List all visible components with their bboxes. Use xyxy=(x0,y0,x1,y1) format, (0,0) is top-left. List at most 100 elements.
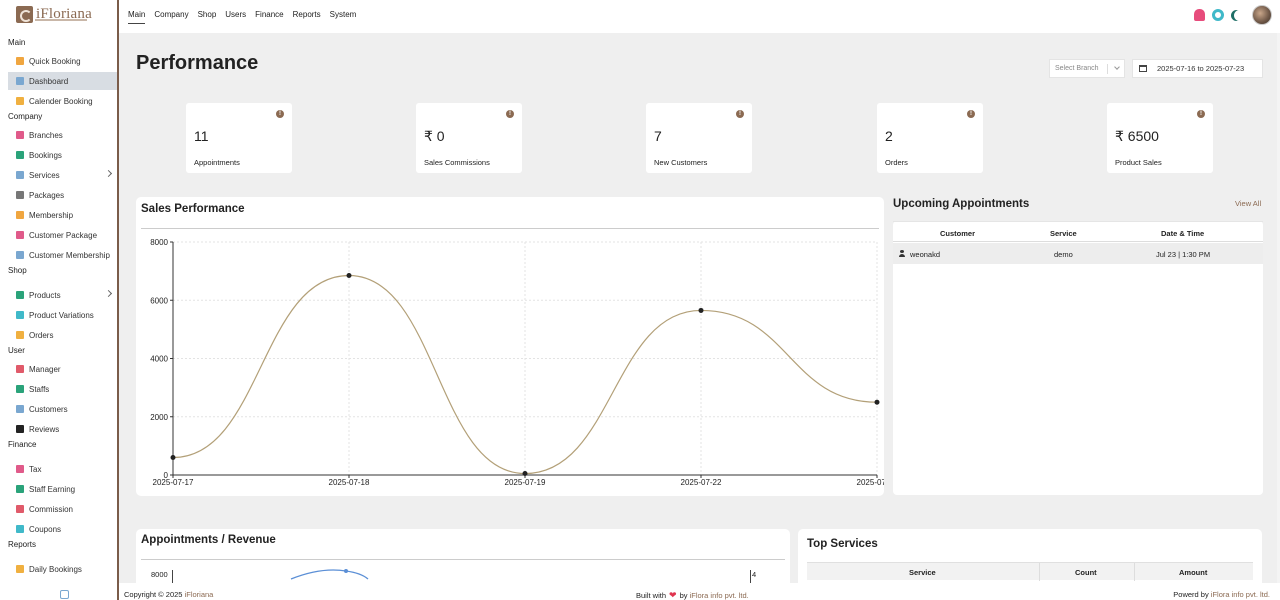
copyright-brand-link[interactable]: iFloriana xyxy=(185,590,214,599)
chevron-right-icon xyxy=(104,169,113,178)
sidebar-item-services[interactable]: Services xyxy=(16,166,117,184)
sidebar-item-customer-package[interactable]: Customer Package xyxy=(16,226,117,244)
sidebar-item-packages[interactable]: Packages xyxy=(16,186,117,204)
table-row[interactable]: weonakd demo Jul 23 | 1:30 PM xyxy=(893,243,1263,264)
sidebar-item-reviews[interactable]: Reviews xyxy=(16,420,117,438)
sidebar-item-label: Tax xyxy=(29,464,42,474)
stat-value: 7 xyxy=(654,128,662,144)
top-actions xyxy=(1194,5,1272,25)
data-point xyxy=(346,272,352,278)
file-icon xyxy=(16,311,24,319)
column-separator xyxy=(1039,563,1040,581)
sidebar-item-label: Coupons xyxy=(29,524,62,534)
chevron-down-icon xyxy=(1114,64,1120,70)
x-tick-label: 2025-07-17 xyxy=(153,478,194,487)
top-nav-shop[interactable]: Shop xyxy=(198,10,217,24)
sidebar-item-label: Reviews xyxy=(29,424,60,434)
y-tick-label: 8000 xyxy=(150,238,168,247)
y-tick-label: 4000 xyxy=(150,355,168,364)
column-header-amount[interactable]: Amount xyxy=(1179,568,1207,577)
column-header-service[interactable]: Service xyxy=(1050,229,1077,238)
sidebar-item-branches[interactable]: Branches xyxy=(16,126,117,144)
powered-brand-link[interactable]: iFlora info pvt. ltd. xyxy=(1211,590,1270,599)
sidebar-item-label: Quick Booking xyxy=(29,56,81,66)
sidebar-item-quick-booking[interactable]: Quick Booking xyxy=(16,52,117,70)
top-nav-system[interactable]: System xyxy=(330,10,357,24)
sidebar-item-label: Customers xyxy=(29,404,68,414)
info-icon[interactable]: ! xyxy=(276,110,284,118)
sidebar-item-coupons[interactable]: Coupons xyxy=(16,520,117,538)
view-all-link[interactable]: View All xyxy=(1235,199,1261,208)
sidebar-item-label: Manager xyxy=(29,364,61,374)
sidebar-item-commission[interactable]: Commission xyxy=(16,500,117,518)
y-tick-label: 2000 xyxy=(150,413,168,422)
sidebar-item-customer-membership[interactable]: Customer Membership xyxy=(16,246,117,264)
dark-mode-moon-icon[interactable] xyxy=(1234,10,1245,21)
sidebar-item-product-variations[interactable]: Product Variations xyxy=(16,306,117,324)
sidebar-item-customers[interactable]: Customers xyxy=(16,400,117,418)
collapse-sidebar-icon[interactable] xyxy=(60,590,69,599)
sidebar-item-label: Commission xyxy=(29,504,74,514)
sidebar-item-tax[interactable]: Tax xyxy=(16,460,117,478)
sidebar-item-label: Orders xyxy=(29,330,54,340)
sidebar-item-products[interactable]: Products xyxy=(16,286,117,304)
user-avatar[interactable] xyxy=(1252,5,1272,25)
sidebar-item-label: Products xyxy=(29,290,61,300)
cell-customer: weonakd xyxy=(910,250,941,259)
gift-icon xyxy=(16,231,24,239)
info-icon[interactable]: ! xyxy=(506,110,514,118)
sidebar-item-membership[interactable]: Membership xyxy=(16,206,117,224)
x-tick-label: 2025-07-22 xyxy=(681,478,722,487)
sidebar-item-orders[interactable]: Orders xyxy=(16,326,117,344)
building-icon xyxy=(16,131,24,139)
scale-icon xyxy=(16,465,24,473)
copyright-text: Copyright © 2025 xyxy=(124,590,183,599)
column-header-count[interactable]: Count xyxy=(1075,568,1097,577)
sidebar-item-calender-booking[interactable]: Calender Booking xyxy=(16,92,117,110)
dashboard-icon xyxy=(16,77,24,85)
sidebar-item-staff-earning[interactable]: Staff Earning xyxy=(16,480,117,498)
sidebar-item-bookings[interactable]: Bookings xyxy=(16,146,117,164)
sidebar-item-label: Dashboard xyxy=(29,76,69,86)
info-icon[interactable]: ! xyxy=(736,110,744,118)
sidebar-item-staffs[interactable]: Staffs xyxy=(16,380,117,398)
people-icon xyxy=(16,405,24,413)
built-brand-link[interactable]: iFlora info pvt. ltd. xyxy=(690,591,749,600)
sidebar-item-daily-bookings[interactable]: Daily Bookings xyxy=(16,560,117,578)
stat-label: Sales Commissions xyxy=(424,158,490,167)
logo-tagline xyxy=(35,19,87,21)
notification-bell-icon[interactable] xyxy=(1194,9,1205,21)
info-icon[interactable]: ! xyxy=(967,110,975,118)
settings-gear-icon[interactable] xyxy=(1212,9,1224,21)
sidebar-item-dashboard[interactable]: Dashboard xyxy=(8,72,117,90)
top-nav-finance[interactable]: Finance xyxy=(255,10,283,24)
stat-value: 11 xyxy=(194,128,209,144)
sidebar-item-label: Services xyxy=(29,170,60,180)
x-tick-label: 2025-07-23 xyxy=(857,478,884,487)
date-range-value: 2025-07-16 to 2025-07-23 xyxy=(1157,64,1245,73)
sidebar-section-main: Main xyxy=(8,38,26,47)
sidebar-item-label: Membership xyxy=(29,210,74,220)
column-header-date-time[interactable]: Date & Time xyxy=(1161,229,1204,238)
date-range-picker[interactable]: 2025-07-16 to 2025-07-23 xyxy=(1132,59,1263,78)
sidebar-item-manager[interactable]: Manager xyxy=(16,360,117,378)
report-icon xyxy=(16,565,24,573)
info-icon[interactable]: ! xyxy=(1197,110,1205,118)
top-nav-reports[interactable]: Reports xyxy=(293,10,321,24)
sidebar-section-finance: Finance xyxy=(8,440,37,449)
appointments-revenue-chart xyxy=(290,569,369,580)
sidebar-section-company: Company xyxy=(8,112,43,121)
column-header-service[interactable]: Service xyxy=(909,568,936,577)
top-services-title: Top Services xyxy=(807,538,878,550)
stat-card-appointments: ! 11 Appointments xyxy=(186,103,292,173)
stat-value: ₹ 6500 xyxy=(1115,128,1159,144)
top-nav-main[interactable]: Main xyxy=(128,10,146,24)
column-header-customer[interactable]: Customer xyxy=(940,229,975,238)
box-icon xyxy=(16,191,24,199)
top-nav-users[interactable]: Users xyxy=(225,10,246,24)
top-nav-company[interactable]: Company xyxy=(154,10,188,24)
branch-select[interactable]: Select Branch xyxy=(1049,59,1125,78)
person-icon xyxy=(899,250,905,257)
sales-performance-card: Sales Performance 0 2000 4000 6000 8000 2025-… xyxy=(136,197,884,496)
x-tick-label: 2025-07-19 xyxy=(505,478,546,487)
